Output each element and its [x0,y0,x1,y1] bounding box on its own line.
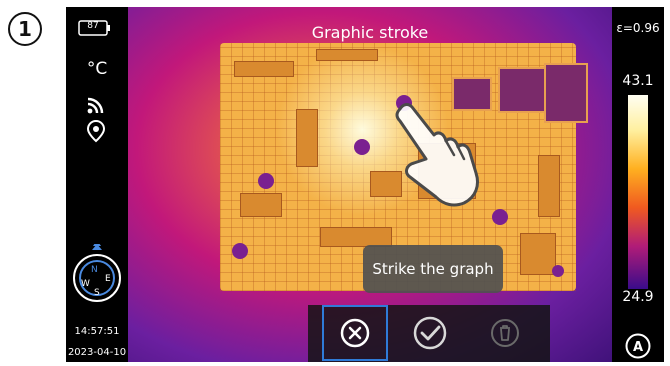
close-circle-icon [340,318,370,348]
wifi-icon [87,97,104,114]
location-pin-icon [86,119,106,143]
compass-icon: N E S W [73,244,121,302]
connector-chip [234,61,294,77]
compass-north: N [91,265,98,275]
clock-date: 2023-04-10 [67,347,127,358]
battery-level: 87 [87,21,99,31]
mount-hole [552,265,564,277]
compass-east: E [105,274,111,284]
temperature-min: 24.9 [622,289,654,305]
cancel-button[interactable] [322,305,388,361]
check-circle-icon [413,316,447,350]
confirm-button[interactable] [397,305,463,361]
auto-range-icon[interactable]: A [625,333,651,359]
emissivity-value[interactable]: ε=0.96 [612,21,664,35]
temperature-unit[interactable]: °C [66,59,128,79]
instruction-toast: Strike the graph [363,245,503,293]
delete-button[interactable] [472,305,538,361]
temperature-color-scale [628,95,648,289]
chip [296,109,318,167]
chip [240,193,282,217]
temperature-max: 43.1 [622,73,654,89]
clock-time: 14:57:51 [74,326,120,337]
mount-hole [492,209,508,225]
chip [520,233,556,275]
chip [320,227,392,247]
trash-icon [491,319,519,347]
step-number-badge: 1 [8,12,42,46]
compass-south: S [94,288,100,298]
ethernet-port [498,67,546,113]
mount-hole [232,243,248,259]
action-bar [308,305,550,362]
thermal-image[interactable]: Graphic stroke Strike the graph [128,7,612,362]
camera-screen: Graphic stroke Strike the graph 87 °C N … [66,7,664,362]
chip [538,155,560,217]
auto-range-label: A [633,340,643,355]
pointing-hand-icon [395,103,479,207]
ethernet-port [544,63,588,123]
mount-hole [354,139,370,155]
mount-hole [258,173,274,189]
right-status-bar: ε=0.96 43.1 24.9 A [612,7,664,362]
left-status-bar: 87 °C N E S W 14:57:51 2023-04-10 [66,7,128,362]
mode-title: Graphic stroke [311,23,429,42]
connector-chip [316,49,378,61]
compass-west: W [81,279,90,289]
